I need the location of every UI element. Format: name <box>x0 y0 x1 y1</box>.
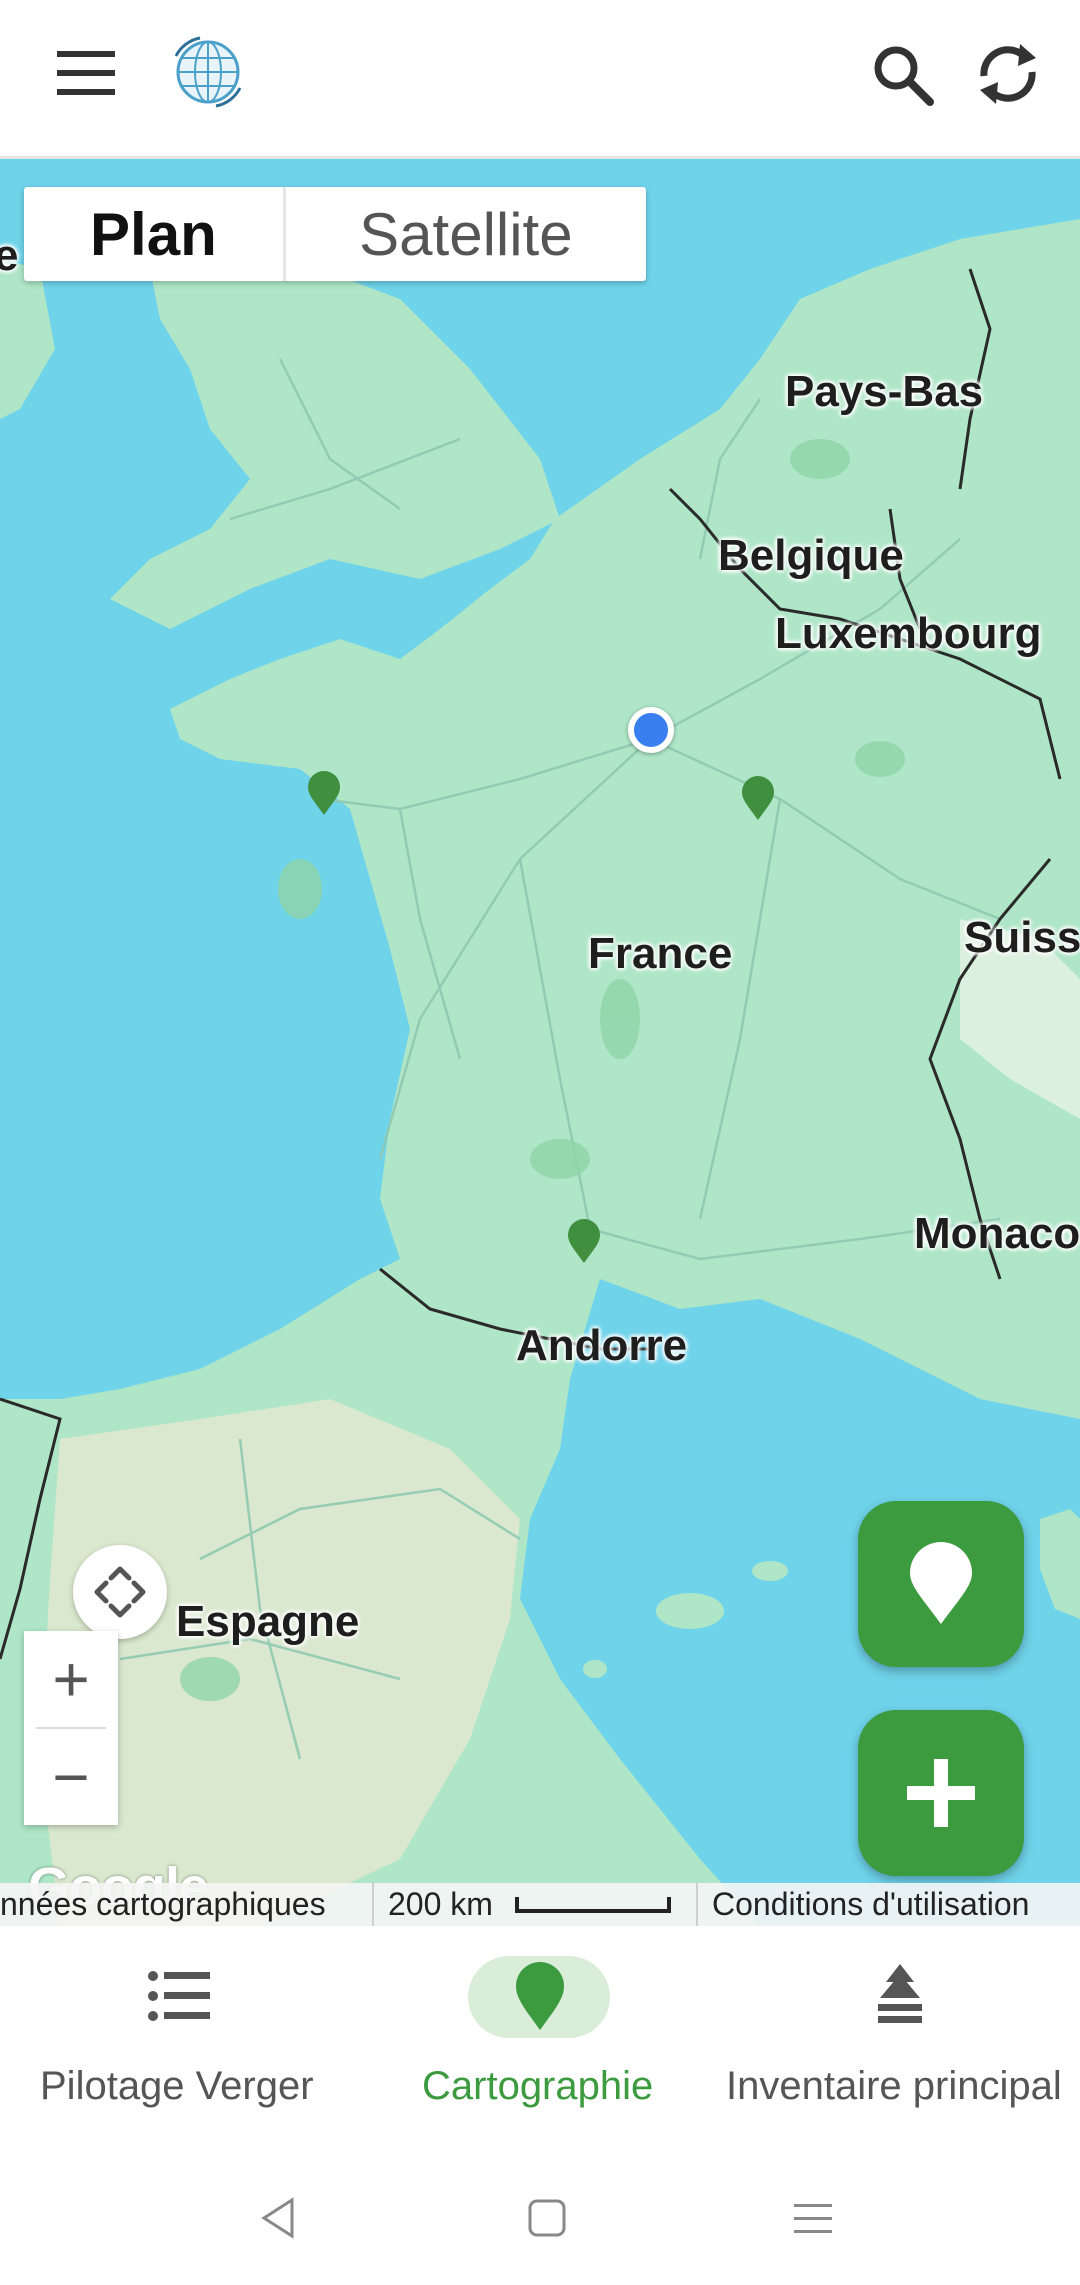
nav-label: Cartographie <box>422 2064 654 2108</box>
map-label-netherlands: Pays-Bas <box>785 367 984 416</box>
map-label-andorra: Andorre <box>516 1321 688 1370</box>
sync-icon[interactable] <box>970 36 1046 112</box>
app-bar <box>0 0 1080 159</box>
map-label-spain: Espagne <box>176 1597 360 1646</box>
nav-label: Inventaire principal <box>726 2064 1062 2108</box>
app-logo-globe-icon <box>174 36 242 108</box>
list-icon <box>148 1971 210 2021</box>
map-label-edge: e <box>0 231 19 280</box>
tree-stack-icon <box>878 1964 922 2023</box>
user-location-dot <box>628 707 674 753</box>
recenter-button[interactable] <box>73 1545 167 1639</box>
map-pin-icon <box>910 1542 972 1624</box>
add-fab[interactable] <box>858 1710 1024 1876</box>
fullscreen-arrows-icon <box>94 1566 146 1618</box>
orchard-map-pin[interactable] <box>306 771 342 817</box>
map-label-belgium: Belgique <box>718 531 904 580</box>
bottom-navigation: Pilotage Verger Cartographie Inventaire … <box>0 1926 1080 2156</box>
locate-fab[interactable] <box>858 1501 1024 1667</box>
nav-item-pilotage-verger[interactable]: Pilotage Verger <box>0 1926 360 2156</box>
system-navigation-bar <box>0 2156 1080 2285</box>
nav-item-inventaire-principal[interactable]: Inventaire principal <box>720 1926 1080 2156</box>
nav-item-cartographie[interactable]: Cartographie <box>360 1926 720 2156</box>
plus-icon <box>907 1759 975 1827</box>
recents-icon[interactable] <box>792 2200 834 2238</box>
menu-icon[interactable] <box>55 45 119 101</box>
map-pin-icon <box>516 1962 564 2030</box>
map-label-monaco: Monaco <box>914 1209 1080 1258</box>
map-type-toggle: Plan Satellite <box>24 187 646 281</box>
attribution-divider <box>696 1883 698 1926</box>
satellite-toggle-button[interactable]: Satellite <box>286 187 646 281</box>
map-label-switzerland: Suiss <box>964 913 1080 962</box>
orchard-map-pin[interactable] <box>740 776 776 822</box>
map-label-france: France <box>588 929 733 978</box>
orchard-map-pin[interactable] <box>566 1219 602 1265</box>
map-attribution-bar: nnées cartographiques 200 km Conditions … <box>0 1883 1080 1926</box>
home-icon[interactable] <box>527 2198 567 2238</box>
zoom-controls: + − <box>24 1631 118 1825</box>
back-icon[interactable] <box>258 2196 298 2240</box>
map-scale-bar <box>515 1897 671 1913</box>
attribution-divider <box>372 1883 374 1926</box>
search-icon[interactable] <box>868 40 938 110</box>
terms-link[interactable]: Conditions d'utilisation <box>712 1886 1029 1923</box>
map-label-luxembourg: Luxembourg <box>775 609 1042 658</box>
map-data-attribution[interactable]: nnées cartographiques <box>0 1886 326 1923</box>
plan-toggle-button[interactable]: Plan <box>24 187 286 281</box>
zoom-out-button[interactable]: − <box>24 1729 118 1825</box>
nav-label: Pilotage Verger <box>40 2064 314 2108</box>
map-view[interactable]: Plan Satellite e Pays-Bas Belgique Luxem… <box>0 159 1080 1926</box>
zoom-in-button[interactable]: + <box>24 1631 118 1727</box>
map-scale-label: 200 km <box>388 1886 493 1922</box>
